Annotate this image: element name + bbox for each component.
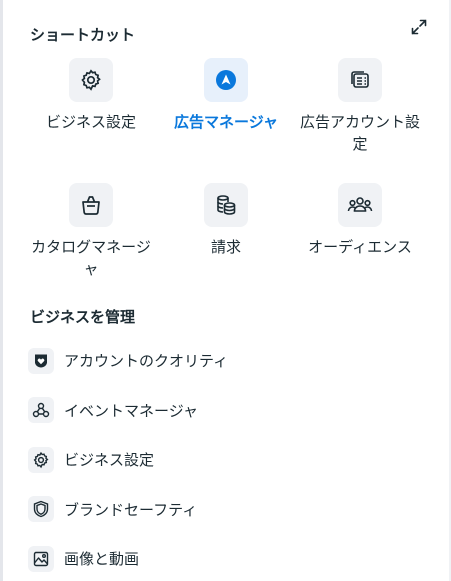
gear-icon <box>33 451 49 468</box>
panel-left-border <box>0 0 3 581</box>
list-icon-box <box>28 397 54 424</box>
tile-label: カタログマネージャ <box>31 238 151 278</box>
list-item-label: 画像と動画 <box>64 550 140 569</box>
list-item-brand-safety[interactable]: ブランドセーフティ <box>28 485 428 535</box>
tile-icon-box <box>69 58 113 102</box>
list-item-business-settings[interactable]: ビジネス設定 <box>28 435 428 485</box>
shield-heart-icon <box>35 354 47 368</box>
shortcuts-panel: ショートカット ビジネス設定 広告マネージャ 広告アカウント設定 カタログマネー… <box>0 0 451 581</box>
list-icon-box <box>28 545 54 572</box>
shortcuts-title: ショートカット <box>30 26 136 44</box>
expand-icon <box>411 19 427 35</box>
list-icon-box <box>28 496 54 523</box>
list-item-label: ブランドセーフティ <box>64 500 198 519</box>
list-item-label: イベントマネージャ <box>64 401 198 420</box>
tile-icon-box <box>204 58 248 102</box>
coins-stack-icon <box>217 195 236 215</box>
shortcut-audiences[interactable]: オーディエンス <box>294 183 426 258</box>
shield-icon <box>33 501 49 518</box>
ads-manager-icon <box>216 70 236 90</box>
list-item-label: ビジネス設定 <box>64 451 155 470</box>
shortcut-ads-manager[interactable]: 広告マネージャ <box>160 58 292 133</box>
shortcut-billing[interactable]: 請求 <box>160 183 292 258</box>
manage-business-title: ビジネスを管理 <box>30 308 136 326</box>
image-icon <box>33 551 49 566</box>
tile-label: 広告マネージャ <box>174 113 278 131</box>
list-item-images-videos[interactable]: 画像と動画 <box>28 534 428 581</box>
ad-account-settings-icon <box>351 71 369 88</box>
list-icon-box <box>28 446 54 473</box>
tile-label: オーディエンス <box>308 238 412 256</box>
tile-icon-box <box>204 183 248 227</box>
shortcut-ad-account-settings[interactable]: 広告アカウント設定 <box>294 58 426 155</box>
list-icon-box <box>28 347 54 374</box>
shortcut-catalog-manager[interactable]: カタログマネージャ <box>25 183 157 280</box>
manage-business-list: アカウントのクオリティ イベントマネージャ ビジネス設定 ブランドセーフティ 画… <box>28 336 428 581</box>
tile-label: 請求 <box>210 238 241 256</box>
gear-icon <box>81 69 101 91</box>
tile-icon-box <box>338 183 382 227</box>
shortcut-business-settings[interactable]: ビジネス設定 <box>25 58 157 133</box>
tile-icon-box <box>338 58 382 102</box>
tile-label: 広告アカウント設定 <box>299 113 420 153</box>
list-item-label: アカウントのクオリティ <box>64 352 229 371</box>
list-item-events-manager[interactable]: イベントマネージャ <box>28 386 428 436</box>
shopping-bag-icon <box>82 196 100 215</box>
list-item-account-quality[interactable]: アカウントのクオリティ <box>28 336 428 386</box>
event-nodes-icon <box>32 403 50 418</box>
tile-icon-box <box>69 183 113 227</box>
tile-label: ビジネス設定 <box>45 113 136 131</box>
expand-button[interactable] <box>410 18 428 36</box>
people-group-icon <box>347 197 373 212</box>
